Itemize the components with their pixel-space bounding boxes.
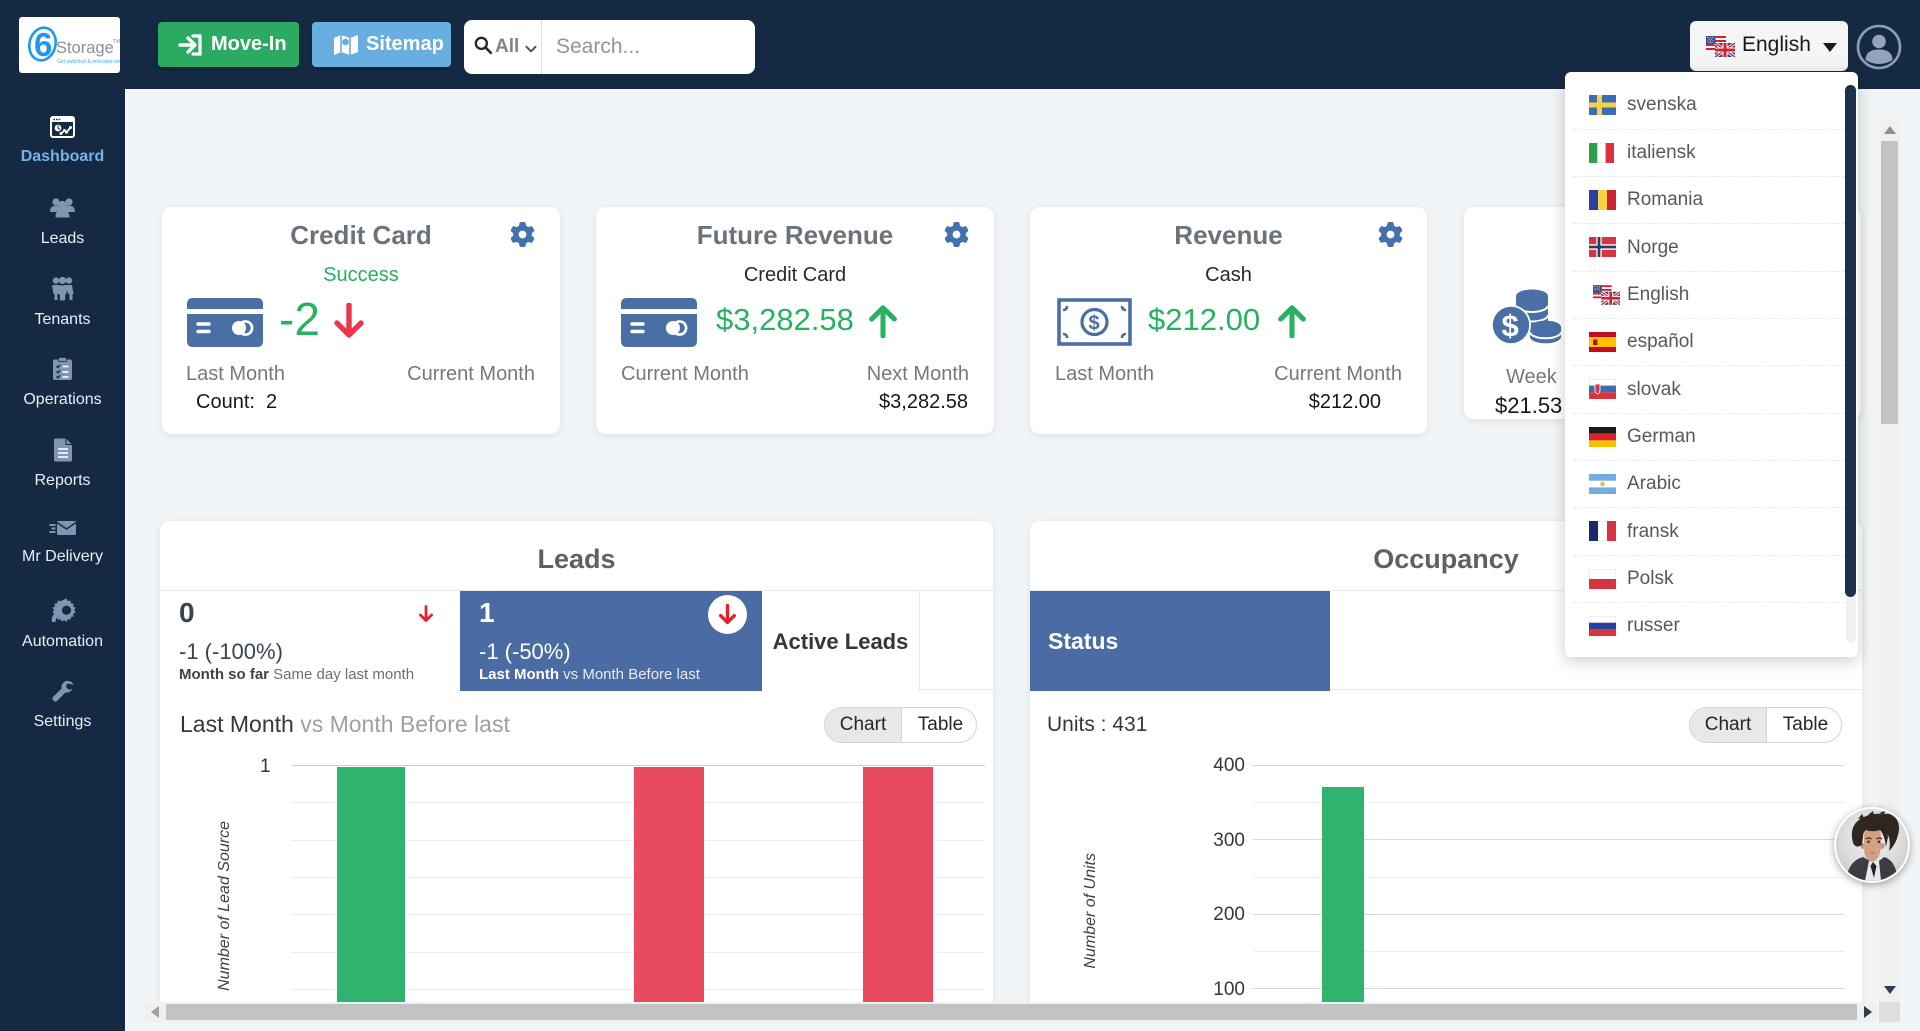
svg-text:TM: TM <box>113 39 120 45</box>
svg-text:Storage: Storage <box>56 39 114 57</box>
svg-text:$: $ <box>1502 308 1519 343</box>
svg-text:Get switched & relocated now: Get switched & relocated now <box>57 59 120 65</box>
svg-text:$: $ <box>1089 313 1100 335</box>
svg-text:6: 6 <box>34 26 52 63</box>
